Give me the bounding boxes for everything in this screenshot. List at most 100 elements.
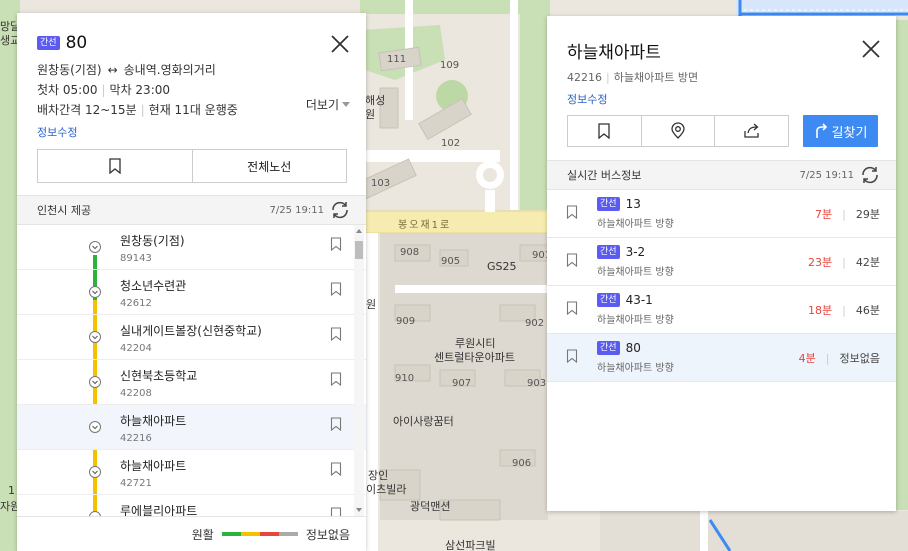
find-way-label: 길찾기	[831, 125, 868, 141]
scroll-thumb[interactable]	[355, 241, 363, 259]
full-route-button[interactable]: 전체노선	[191, 150, 347, 182]
stop-id: 42216	[567, 71, 602, 84]
stop-node-icon	[89, 421, 101, 433]
arrival-list: 간선 13 하늘채아파트 방향 7분 | 29분 간선 3-2 하늘채아파트 방향 23…	[547, 190, 896, 382]
provider-label: 인천시 제공	[37, 204, 92, 217]
stop-item[interactable]: 신현북초등학교 42208	[17, 360, 366, 405]
bookmark-stop-button[interactable]	[568, 116, 641, 146]
stop-item[interactable]: 하늘채아파트 42721	[17, 450, 366, 495]
location-button[interactable]	[640, 116, 715, 146]
map-label: 907	[452, 378, 472, 389]
map-label: 광덕맨션	[410, 500, 451, 513]
stop-item[interactable]: 루에블리아파트	[17, 495, 366, 516]
stop-title: 하늘채아파트	[567, 43, 661, 63]
bookmark-icon[interactable]	[330, 237, 342, 251]
map-label: 103	[371, 178, 391, 189]
stop-direction: 하늘채아파트 방면	[613, 71, 699, 84]
refresh-icon[interactable]	[330, 201, 350, 219]
bus-number: 80	[625, 341, 641, 355]
bookmark-icon[interactable]	[566, 349, 578, 363]
map-label: 1	[8, 484, 15, 497]
second-arrival: 46분	[855, 304, 880, 317]
stop-item[interactable]: 청소년수련관 42612	[17, 270, 366, 315]
bookmark-icon[interactable]	[330, 462, 342, 476]
map-label: 센트럴타운아파트	[434, 351, 515, 364]
share-icon	[744, 123, 759, 138]
scroll-down-icon[interactable]	[356, 508, 362, 512]
second-arrival: 42분	[855, 256, 880, 269]
bus-number: 3-2	[625, 245, 646, 259]
bookmark-icon	[598, 123, 610, 139]
stop-list[interactable]: 원창동(기점) 89143 청소년수련관 42612 실내게이트볼장(신현중학교…	[17, 225, 366, 516]
bookmark-icon[interactable]	[330, 417, 342, 431]
stop-action-bar	[567, 115, 789, 147]
provider-bar: 인천시 제공 7/25 19:11	[17, 195, 366, 225]
stop-list-scrollbar[interactable]	[354, 225, 364, 516]
map-label: 원	[366, 298, 377, 311]
last-bus-time: 막차 23:00	[109, 83, 171, 97]
map-label: 910	[395, 373, 415, 384]
stop-node-icon	[89, 466, 101, 478]
bookmark-icon[interactable]	[330, 282, 342, 296]
edit-info-link[interactable]: 정보수정	[567, 91, 698, 107]
scroll-up-icon[interactable]	[356, 229, 362, 233]
stop-node-icon	[89, 241, 101, 253]
route-number: 80	[65, 33, 88, 53]
bookmark-route-button[interactable]	[38, 150, 192, 182]
route-to: 송내역.영화의거리	[123, 63, 216, 77]
route-hours: 첫차 05:00 | 막차 23:00	[37, 83, 171, 97]
stop-item[interactable]: 실내게이트볼장(신현중학교) 42204	[17, 315, 366, 360]
arrival-item[interactable]: 간선 43-1 하늘채아파트 방향 18분 | 46분	[547, 286, 896, 334]
first-arrival: 7분	[815, 208, 833, 221]
map-label: 원	[365, 108, 376, 121]
more-button[interactable]: 더보기	[306, 96, 350, 113]
find-way-button[interactable]: 길찾기	[803, 115, 878, 147]
directions-icon	[815, 123, 827, 138]
share-button[interactable]	[714, 116, 788, 146]
stop-subtitle: 42216 | 하늘채아파트 방면	[567, 71, 699, 84]
bookmark-icon[interactable]	[330, 507, 342, 516]
first-arrival: 18분	[808, 304, 833, 317]
stop-item[interactable]: 원창동(기점) 89143	[17, 225, 366, 270]
bookmark-icon[interactable]	[566, 301, 578, 315]
refresh-icon[interactable]	[860, 166, 880, 184]
realtime-bar: 실시간 버스정보 7/25 19:11	[547, 160, 896, 190]
realtime-label: 실시간 버스정보	[567, 169, 642, 182]
bookmark-icon[interactable]	[566, 253, 578, 267]
bookmark-icon[interactable]	[566, 205, 578, 219]
legend-smooth: 원활	[191, 527, 214, 542]
stop-node-icon	[89, 376, 101, 388]
first-bus-time: 첫차 05:00	[37, 83, 98, 97]
map-label: 102	[441, 138, 461, 149]
map-label: 903	[527, 378, 547, 389]
stop-node-icon	[89, 286, 101, 298]
close-icon	[862, 40, 880, 58]
route-type-badge: 간선	[597, 245, 620, 259]
bookmark-icon	[109, 158, 121, 174]
stop-id: 42216	[120, 433, 152, 444]
route-type-badge: 간선	[597, 293, 620, 307]
stop-item-selected[interactable]: 하늘채아파트 42216	[17, 405, 366, 450]
map-label: 905	[441, 256, 461, 267]
edit-info-link[interactable]: 정보수정	[37, 124, 347, 140]
bus-number: 43-1	[625, 293, 653, 307]
bookmark-icon[interactable]	[330, 327, 342, 341]
bus-interval: 배차간격 12~15분	[37, 103, 137, 117]
arrival-item[interactable]: 간선 3-2 하늘채아파트 방향 23분 | 42분	[547, 238, 896, 286]
map-pin-icon	[671, 122, 685, 139]
stop-node-icon	[89, 331, 101, 343]
first-arrival: 4분	[798, 352, 816, 365]
map-label: GS25	[487, 260, 517, 273]
traffic-legend: 원활 정보없음	[17, 516, 366, 551]
updated-time: 7/25 19:11	[269, 204, 324, 216]
stop-id: 42208	[120, 388, 152, 399]
bus-number: 13	[625, 197, 641, 211]
bus-route-panel: 간선 80 원창동(기점) ↔ 송내역.영화의거리 첫차 05:00 | 막차 23…	[17, 13, 366, 551]
map-label: 906	[512, 458, 532, 469]
map-label: 908	[400, 247, 420, 258]
bookmark-icon[interactable]	[330, 372, 342, 386]
arrival-item[interactable]: 간선 13 하늘채아파트 방향 7분 | 29분	[547, 190, 896, 238]
stop-header: 하늘채아파트 42216 | 하늘채아파트 방면 정보수정	[567, 38, 698, 107]
arrival-item-selected[interactable]: 간선 80 하늘채아파트 방향 4분 | 정보없음	[547, 334, 896, 382]
close-stop-panel-button[interactable]	[860, 38, 882, 60]
